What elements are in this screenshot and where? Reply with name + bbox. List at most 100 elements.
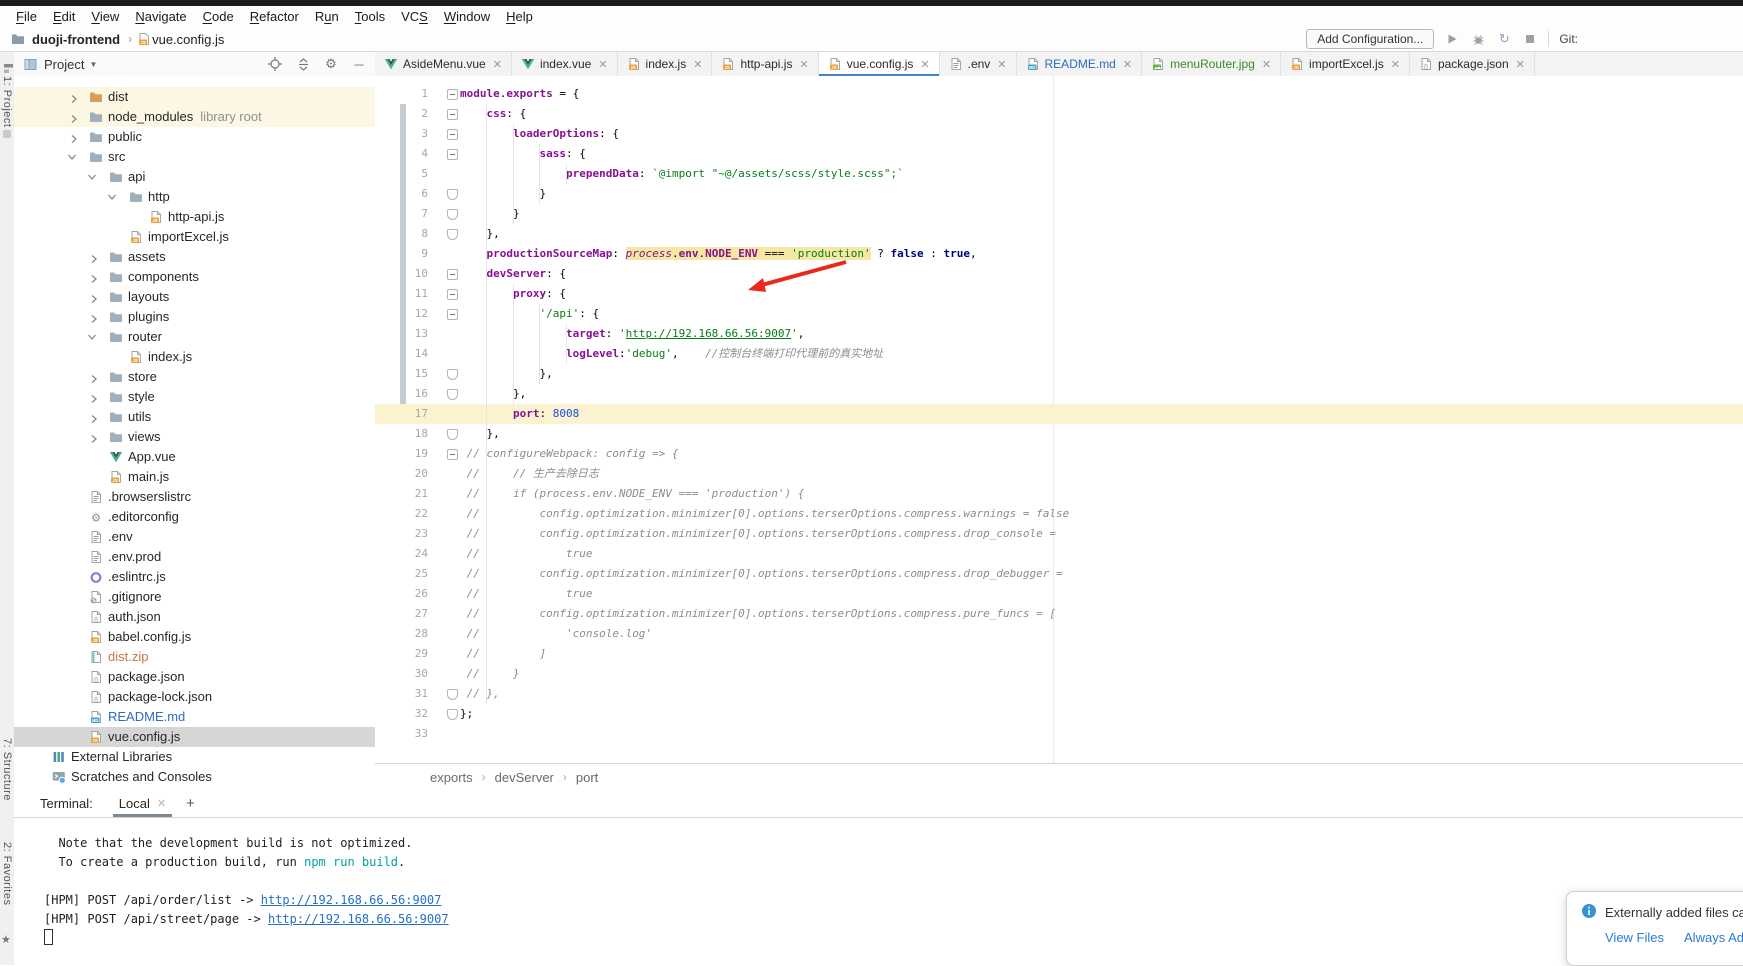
stop-icon[interactable] xyxy=(1522,31,1538,47)
tree-item-src[interactable]: src xyxy=(14,147,375,167)
tree-item-external-libraries[interactable]: External Libraries xyxy=(14,747,375,767)
chevron-down-icon[interactable] xyxy=(109,192,119,202)
fold-start-icon[interactable] xyxy=(447,109,458,120)
code-line-9[interactable]: 9 productionSourceMap: process.env.NODE_… xyxy=(375,244,1743,264)
tree-item-assets[interactable]: assets xyxy=(14,247,375,267)
tree-item-api[interactable]: api xyxy=(14,167,375,187)
code-line-25[interactable]: 25 // config.optimization.minimizer[0].o… xyxy=(375,564,1743,584)
fold-start-icon[interactable] xyxy=(447,129,458,140)
tree-item-package-json[interactable]: {}package.json xyxy=(14,667,375,687)
tree-item-env[interactable]: .env xyxy=(14,527,375,547)
new-terminal-icon[interactable]: + xyxy=(186,795,195,812)
chevron-right-icon[interactable] xyxy=(69,132,79,142)
code-line-26[interactable]: 26 // true xyxy=(375,584,1743,604)
close-icon[interactable]: ✕ xyxy=(493,58,502,71)
code-line-28[interactable]: 28 // 'console.log' xyxy=(375,624,1743,644)
fold-end-icon[interactable] xyxy=(447,209,458,220)
fold-end-icon[interactable] xyxy=(447,229,458,240)
close-icon[interactable]: ✕ xyxy=(1391,58,1400,71)
close-icon[interactable]: ✕ xyxy=(799,58,808,71)
tree-item-main-js[interactable]: JSmain.js xyxy=(14,467,375,487)
menu-run[interactable]: Run xyxy=(307,9,347,24)
code-line-19[interactable]: 19 // configureWebpack: config => { xyxy=(375,444,1743,464)
tab-http-api-js[interactable]: JShttp-api.js✕ xyxy=(712,52,818,76)
chevron-down-icon[interactable] xyxy=(69,152,79,162)
close-icon[interactable]: ✕ xyxy=(598,58,607,71)
tree-item-style[interactable]: style xyxy=(14,387,375,407)
tree-item-index-js[interactable]: JSindex.js xyxy=(14,347,375,367)
stripe-structure-button[interactable]: 7: Structure xyxy=(1,738,13,801)
menu-window[interactable]: Window xyxy=(436,9,498,24)
tree-item-gitignore[interactable]: .gitignore xyxy=(14,587,375,607)
tree-item-scratches-and-consoles[interactable]: Scratches and Consoles xyxy=(14,767,375,787)
fold-start-icon[interactable] xyxy=(447,309,458,320)
tab-index-vue[interactable]: index.vue✕ xyxy=(512,52,618,76)
code-line-24[interactable]: 24 // true xyxy=(375,544,1743,564)
fold-start-icon[interactable] xyxy=(447,289,458,300)
chevron-down-icon[interactable] xyxy=(89,332,99,342)
tree-item-editorconfig[interactable]: ⚙.editorconfig xyxy=(14,507,375,527)
chevron-right-icon[interactable] xyxy=(69,92,79,102)
code-line-18[interactable]: 18 }, xyxy=(375,424,1743,444)
tab-package-json[interactable]: {}package.json✕ xyxy=(1410,52,1535,76)
code-line-7[interactable]: 7 } xyxy=(375,204,1743,224)
close-icon[interactable]: ✕ xyxy=(1123,58,1132,71)
menu-navigate[interactable]: Navigate xyxy=(127,9,194,24)
code-line-30[interactable]: 30 // } xyxy=(375,664,1743,684)
tree-item-layouts[interactable]: layouts xyxy=(14,287,375,307)
tree-item-eslintrc-js[interactable]: .eslintrc.js xyxy=(14,567,375,587)
tree-item-views[interactable]: views xyxy=(14,427,375,447)
tab-menurouter-jpg[interactable]: menuRouter.jpg✕ xyxy=(1142,52,1281,76)
fold-start-icon[interactable] xyxy=(447,89,458,100)
close-icon[interactable]: ✕ xyxy=(1516,58,1525,71)
tree-item-package-lock-json[interactable]: {}package-lock.json xyxy=(14,687,375,707)
code-line-20[interactable]: 20 // // 生产去除日志 xyxy=(375,464,1743,484)
code-line-29[interactable]: 29 // ] xyxy=(375,644,1743,664)
chevron-down-icon[interactable]: ▼ xyxy=(89,60,97,69)
fold-end-icon[interactable] xyxy=(447,429,458,440)
chevron-right-icon[interactable] xyxy=(69,112,79,122)
tree-item-browserslistrc[interactable]: .browserslistrc xyxy=(14,487,375,507)
breadcrumb-port[interactable]: port xyxy=(576,770,598,785)
chevron-right-icon[interactable] xyxy=(89,292,99,302)
code-line-11[interactable]: 11 proxy: { xyxy=(375,284,1743,304)
debug-icon[interactable] xyxy=(1470,31,1486,47)
code-line-14[interactable]: 14 logLevel:'debug', //控制台终端打印代理前的真实地址 xyxy=(375,344,1743,364)
menu-edit[interactable]: Edit xyxy=(45,9,83,24)
tree-item-plugins[interactable]: plugins xyxy=(14,307,375,327)
view-files-link[interactable]: View Files xyxy=(1605,930,1664,945)
fold-end-icon[interactable] xyxy=(447,389,458,400)
code-line-33[interactable]: 33 xyxy=(375,724,1743,744)
tab-readme-md[interactable]: MDREADME.md✕ xyxy=(1017,52,1143,76)
terminal-cursor[interactable] xyxy=(44,929,53,945)
tab-index-js[interactable]: JSindex.js✕ xyxy=(618,52,713,76)
collapse-all-icon[interactable] xyxy=(295,56,311,72)
git-label[interactable]: Git: xyxy=(1559,32,1578,46)
tree-item-store[interactable]: store xyxy=(14,367,375,387)
stripe-tool-icon[interactable] xyxy=(3,130,11,138)
terminal-output[interactable]: Note that the development build is not o… xyxy=(14,818,1743,948)
favorites-star-icon[interactable]: ★ xyxy=(1,933,11,946)
tree-item-readme-md[interactable]: MDREADME.md xyxy=(14,707,375,727)
breadcrumb-exports[interactable]: exports xyxy=(430,770,473,785)
tree-item-env-prod[interactable]: .env.prod xyxy=(14,547,375,567)
menu-code[interactable]: Code xyxy=(195,9,242,24)
close-icon[interactable]: ✕ xyxy=(920,58,929,71)
menu-file[interactable]: File xyxy=(8,9,45,24)
chevron-right-icon[interactable] xyxy=(89,372,99,382)
code-line-3[interactable]: 3 loaderOptions: { xyxy=(375,124,1743,144)
code-line-23[interactable]: 23 // config.optimization.minimizer[0].o… xyxy=(375,524,1743,544)
code-line-12[interactable]: 12 '/api': { xyxy=(375,304,1743,324)
tree-item-http-api-js[interactable]: JShttp-api.js xyxy=(14,207,375,227)
fold-start-icon[interactable] xyxy=(447,149,458,160)
code-line-4[interactable]: 4 sass: { xyxy=(375,144,1743,164)
tree-item-node-modules[interactable]: node_moduleslibrary root xyxy=(14,107,375,127)
code-line-27[interactable]: 27 // config.optimization.minimizer[0].o… xyxy=(375,604,1743,624)
tab-env[interactable]: .env✕ xyxy=(940,52,1017,76)
tree-item-dist-zip[interactable]: dist.zip xyxy=(14,647,375,667)
menu-vcs[interactable]: VCS xyxy=(393,9,436,24)
always-add-link[interactable]: Always Add xyxy=(1684,930,1743,945)
code-editor[interactable]: 1module.exports = {2 css: {3 loaderOptio… xyxy=(375,76,1743,763)
chevron-right-icon[interactable] xyxy=(89,252,99,262)
fold-start-icon[interactable] xyxy=(447,269,458,280)
